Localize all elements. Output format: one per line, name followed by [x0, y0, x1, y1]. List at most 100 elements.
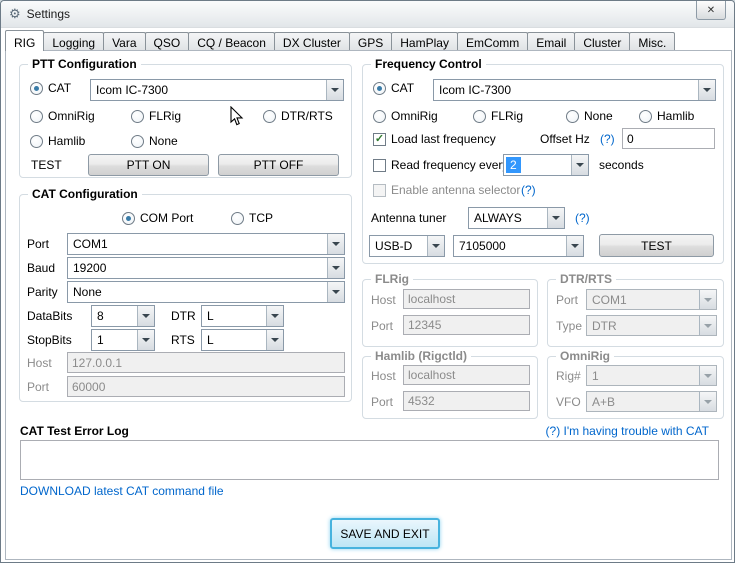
tab-logging[interactable]: Logging [43, 32, 105, 51]
ptt-hamlib-radio[interactable]: Hamlib [30, 133, 85, 149]
tab-rig[interactable]: RIG [5, 30, 45, 51]
cat-com-port-radio[interactable]: COM Port [122, 210, 193, 226]
freq-cat-radio[interactable]: CAT [373, 80, 414, 96]
cat-dtr-combo[interactable]: L [201, 305, 284, 327]
dropdown-arrow-icon [699, 316, 716, 335]
cat-baud-combo[interactable]: 19200 [67, 257, 345, 279]
tab-strip: RIG Logging Vara QSO CQ / Beacon DX Clus… [5, 30, 676, 51]
ptt-off-button[interactable]: PTT OFF [218, 154, 339, 176]
radio-icon [373, 81, 386, 95]
enable-antenna-selector-label: Enable antenna selector [391, 183, 521, 197]
flrig-group: FLRig Host Port [362, 272, 538, 347]
tab-misc[interactable]: Misc. [629, 32, 676, 51]
dropdown-arrow-icon [566, 236, 583, 256]
freq-hamlib-radio[interactable]: Hamlib [639, 108, 694, 124]
dtr-rts-type-combo: DTR [586, 315, 717, 336]
freq-omnirig-radio[interactable]: OmniRig [373, 108, 438, 124]
frequency-test-button[interactable]: TEST [599, 234, 714, 257]
ptt-omnirig-radio[interactable]: OmniRig [30, 108, 95, 124]
flrig-host-input [403, 289, 530, 309]
cat-configuration-title: CAT Configuration [28, 187, 142, 201]
checkbox-icon: ✓ [373, 158, 386, 172]
omnirig-vfo-combo: A+B [586, 391, 717, 412]
read-frequency-label: Read frequency every [391, 158, 509, 172]
tab-dx-cluster[interactable]: DX Cluster [273, 32, 350, 51]
tab-emcomm[interactable]: EmComm [456, 32, 529, 51]
ptt-flrig-radio[interactable]: FLRig [131, 108, 181, 124]
omnirig-group: OmniRig Rig# 1 VFO A+B [547, 349, 724, 419]
dropdown-arrow-icon [137, 330, 154, 350]
cat-host-input [67, 352, 345, 373]
dropdown-arrow-icon [571, 155, 588, 175]
dropdown-arrow-icon [137, 306, 154, 326]
save-and-exit-button[interactable]: SAVE AND EXIT [330, 518, 440, 549]
tab-cq-beacon[interactable]: CQ / Beacon [188, 32, 275, 51]
freq-flrig-radio[interactable]: FLRig [473, 108, 523, 124]
dtr-rts-port-value: COM1 [592, 292, 627, 307]
ptt-dtr-rts-radio[interactable]: DTR/RTS [263, 108, 333, 124]
frequency-combo[interactable]: 7105000 [453, 235, 584, 257]
cat-rts-combo[interactable]: L [201, 329, 284, 351]
tab-hamplay[interactable]: HamPlay [391, 32, 458, 51]
tab-page-rig: PTT Configuration CAT Icom IC-7300 OmniR… [5, 50, 732, 560]
ptt-cat-radio[interactable]: CAT [30, 80, 71, 96]
enable-antenna-selector-checkbox: Enable antenna selector [373, 182, 520, 198]
cat-port-label: Port [27, 237, 50, 251]
settings-app-icon: ⚙ [9, 6, 21, 21]
mode-combo[interactable]: USB-D [369, 235, 445, 257]
download-cat-command-file-link[interactable]: DOWNLOAD latest CAT command file [20, 484, 224, 498]
tab-qso[interactable]: QSO [144, 32, 190, 51]
radio-icon [639, 109, 652, 123]
radio-icon [131, 134, 144, 148]
antenna-tuner-help-link[interactable]: (?) [575, 211, 590, 225]
hamlib-port-input [403, 391, 530, 411]
dropdown-arrow-icon [266, 306, 283, 326]
cat-tcp-radio[interactable]: TCP [231, 210, 273, 226]
flrig-port-label: Port [371, 319, 394, 333]
offset-hz-help-link[interactable]: (?) [600, 132, 615, 146]
ptt-none-radio[interactable]: None [131, 133, 178, 149]
cat-databits-label: DataBits [27, 309, 73, 323]
cat-trouble-help-link[interactable]: (?) I'm having trouble with CAT [546, 424, 709, 438]
ptt-cat-device-combo[interactable]: Icom IC-7300 [90, 79, 344, 101]
ptt-configuration-title: PTT Configuration [28, 57, 141, 71]
read-interval-combo[interactable]: 2 [503, 154, 589, 176]
cat-parity-combo[interactable]: None [67, 281, 345, 303]
cat-rts-value: L [207, 333, 214, 347]
tab-vara[interactable]: Vara [103, 32, 146, 51]
ptt-omnirig-label: OmniRig [48, 109, 95, 123]
close-button[interactable]: ✕ [696, 1, 726, 20]
omnirig-vfo-value: A+B [592, 394, 616, 409]
read-frequency-checkbox[interactable]: ✓ Read frequency every [373, 157, 508, 173]
dropdown-arrow-icon [427, 236, 444, 256]
titlebar[interactable]: ⚙ Settings [1, 1, 734, 28]
dtr-rts-group: DTR/RTS Port COM1 Type DTR [547, 272, 724, 347]
antenna-tuner-combo[interactable]: ALWAYS [468, 207, 565, 229]
cat-stopbits-combo[interactable]: 1 [91, 329, 155, 351]
freq-cat-device-combo[interactable]: Icom IC-7300 [433, 79, 716, 101]
cat-stopbits-value: 1 [97, 333, 104, 347]
dtr-rts-group-title: DTR/RTS [556, 272, 616, 286]
freq-flrig-label: FLRig [491, 109, 524, 123]
dtr-rts-port-combo: COM1 [586, 289, 717, 310]
load-last-frequency-checkbox[interactable]: ✓ Load last frequency [373, 131, 496, 147]
hamlib-host-label: Host [371, 369, 396, 383]
ptt-test-label: TEST [31, 158, 62, 172]
antenna-tuner-value: ALWAYS [474, 211, 522, 225]
tab-gps[interactable]: GPS [348, 32, 393, 51]
tab-cluster[interactable]: Cluster [574, 32, 631, 51]
radio-icon [231, 211, 244, 225]
freq-none-radio[interactable]: None [566, 108, 613, 124]
radio-icon [122, 211, 135, 225]
cat-port-combo[interactable]: COM1 [67, 233, 345, 255]
omnirig-rig-label: Rig# [556, 369, 581, 383]
cat-databits-combo[interactable]: 8 [91, 305, 155, 327]
offset-hz-input[interactable] [622, 128, 715, 149]
antenna-selector-help-link[interactable]: (?) [521, 183, 536, 197]
ptt-on-button[interactable]: PTT ON [88, 154, 209, 176]
freq-cat-label: CAT [391, 81, 415, 95]
dropdown-arrow-icon [326, 80, 343, 100]
antenna-tuner-label: Antenna tuner [371, 211, 447, 225]
cat-test-error-log-textbox[interactable] [20, 440, 719, 480]
tab-email[interactable]: Email [527, 32, 576, 51]
